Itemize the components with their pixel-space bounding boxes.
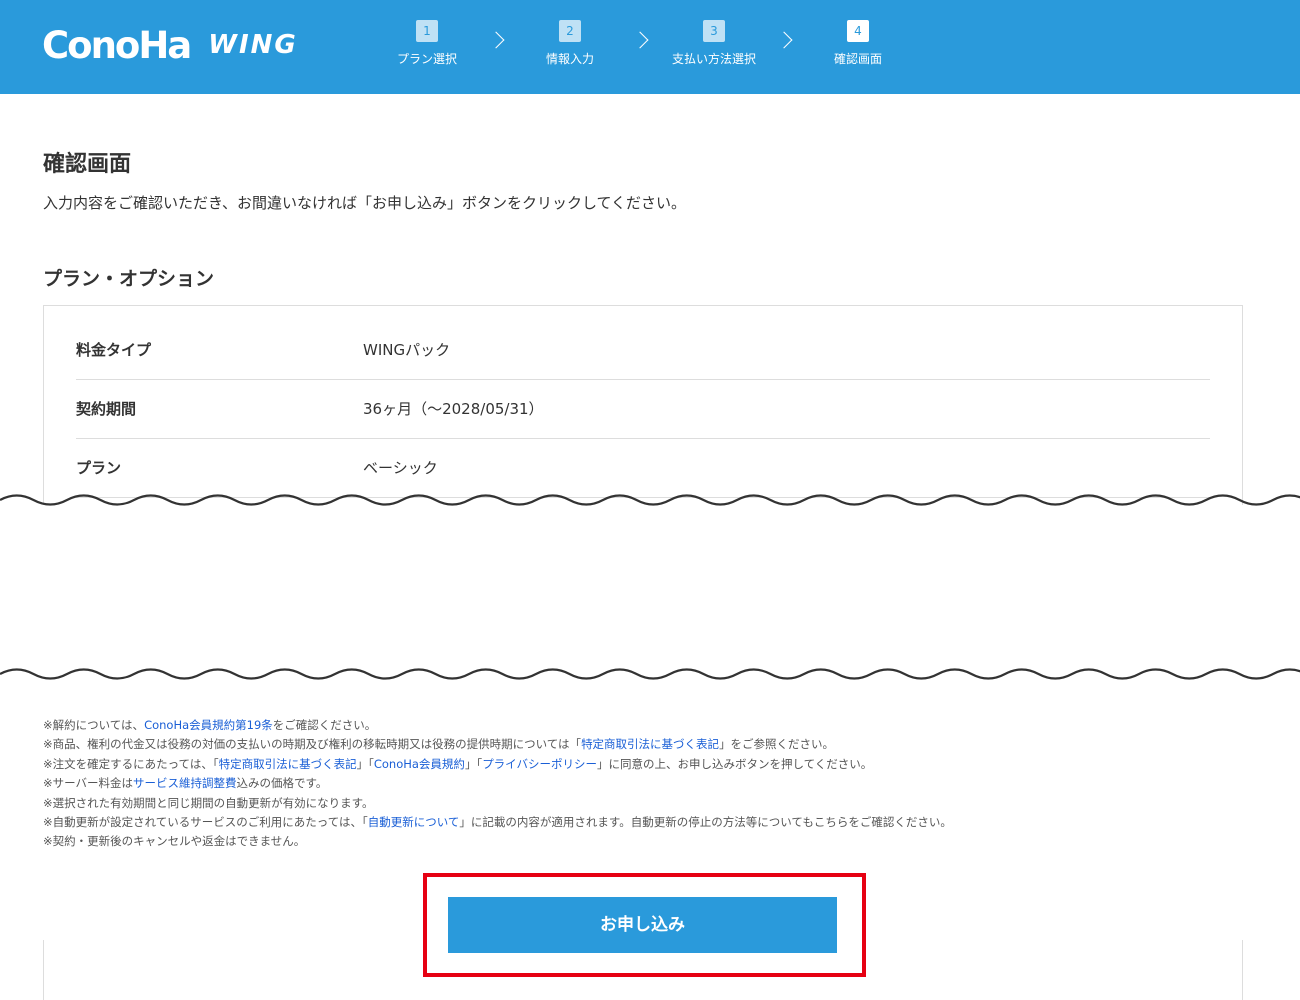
content-break-area: [0, 505, 1300, 675]
wave-break-top: [0, 494, 1300, 506]
link-member-terms-article19[interactable]: ConoHa会員規約第19条: [144, 718, 273, 732]
wave-break-bottom: [0, 668, 1300, 680]
link-commercial-transactions[interactable]: 特定商取引法に基づく表記: [581, 737, 719, 751]
step-label: 情報入力: [545, 52, 594, 66]
step-info-input: 2 情報入力: [500, 20, 640, 67]
note-item: ※サーバー料金はサービス維持調整費込みの価格です。: [43, 776, 328, 791]
step-number: 3: [703, 20, 725, 42]
note-item: ※自動更新が設定されているサービスのご利用にあたっては、「自動更新について」に記…: [43, 815, 952, 830]
submit-application-button[interactable]: お申し込み: [448, 897, 837, 953]
link-member-terms[interactable]: ConoHa会員規約: [374, 757, 465, 771]
progress-steps: 1 プラン選択 2 情報入力 3 支払い方法選択 4 確認画面: [0, 0, 1300, 94]
note-item: ※契約・更新後のキャンセルや返金はできません。: [43, 834, 306, 849]
step-number: 2: [559, 20, 581, 42]
step-number: 4: [847, 20, 869, 42]
link-privacy-policy[interactable]: プライバシーポリシー: [482, 757, 597, 771]
link-auto-renewal[interactable]: 自動更新について: [368, 815, 460, 829]
note-item: ※注文を確定するにあたっては、「特定商取引法に基づく表記」「ConoHa会員規約…: [43, 756, 873, 771]
link-commercial-transactions[interactable]: 特定商取引法に基づく表記: [219, 757, 357, 771]
step-label: 支払い方法選択: [671, 52, 756, 66]
step-confirm: 4 確認画面: [788, 20, 928, 67]
step-payment-method: 3 支払い方法選択: [644, 20, 784, 67]
page-title: 確認画面: [43, 152, 132, 177]
step-number: 1: [416, 20, 438, 42]
link-service-maintenance-fee[interactable]: サービス維持調整費: [133, 776, 237, 790]
notes-list: ※解約については、ConoHa会員規約第19条をご確認ください。 ※商品、権利の…: [43, 716, 1263, 852]
plan-options-table: 料金タイプ WINGパック 契約期間 36ヶ月（〜2028/05/31） プラン…: [43, 305, 1243, 505]
page-description: 入力内容をご確認いただき、お間違いなければ「お申し込み」ボタンをクリックしてくだ…: [43, 194, 687, 212]
step-label: プラン選択: [396, 52, 457, 66]
section-title-plan-options: プラン・オプション: [43, 268, 215, 290]
header-bar: ConoHa WING 1 プラン選択 2 情報入力 3 支払い方法選択 4 確…: [0, 0, 1300, 94]
note-item: ※選択された有効期間と同じ期間の自動更新が有効になります。: [43, 795, 374, 810]
step-label: 確認画面: [833, 52, 882, 66]
note-item: ※商品、権利の代金又は役務の対価の支払いの時期及び権利の移転時期又は役務の提供時…: [43, 737, 835, 752]
step-plan-select: 1 プラン選択: [357, 20, 497, 67]
note-item: ※解約については、ConoHa会員規約第19条をご確認ください。: [43, 718, 377, 732]
